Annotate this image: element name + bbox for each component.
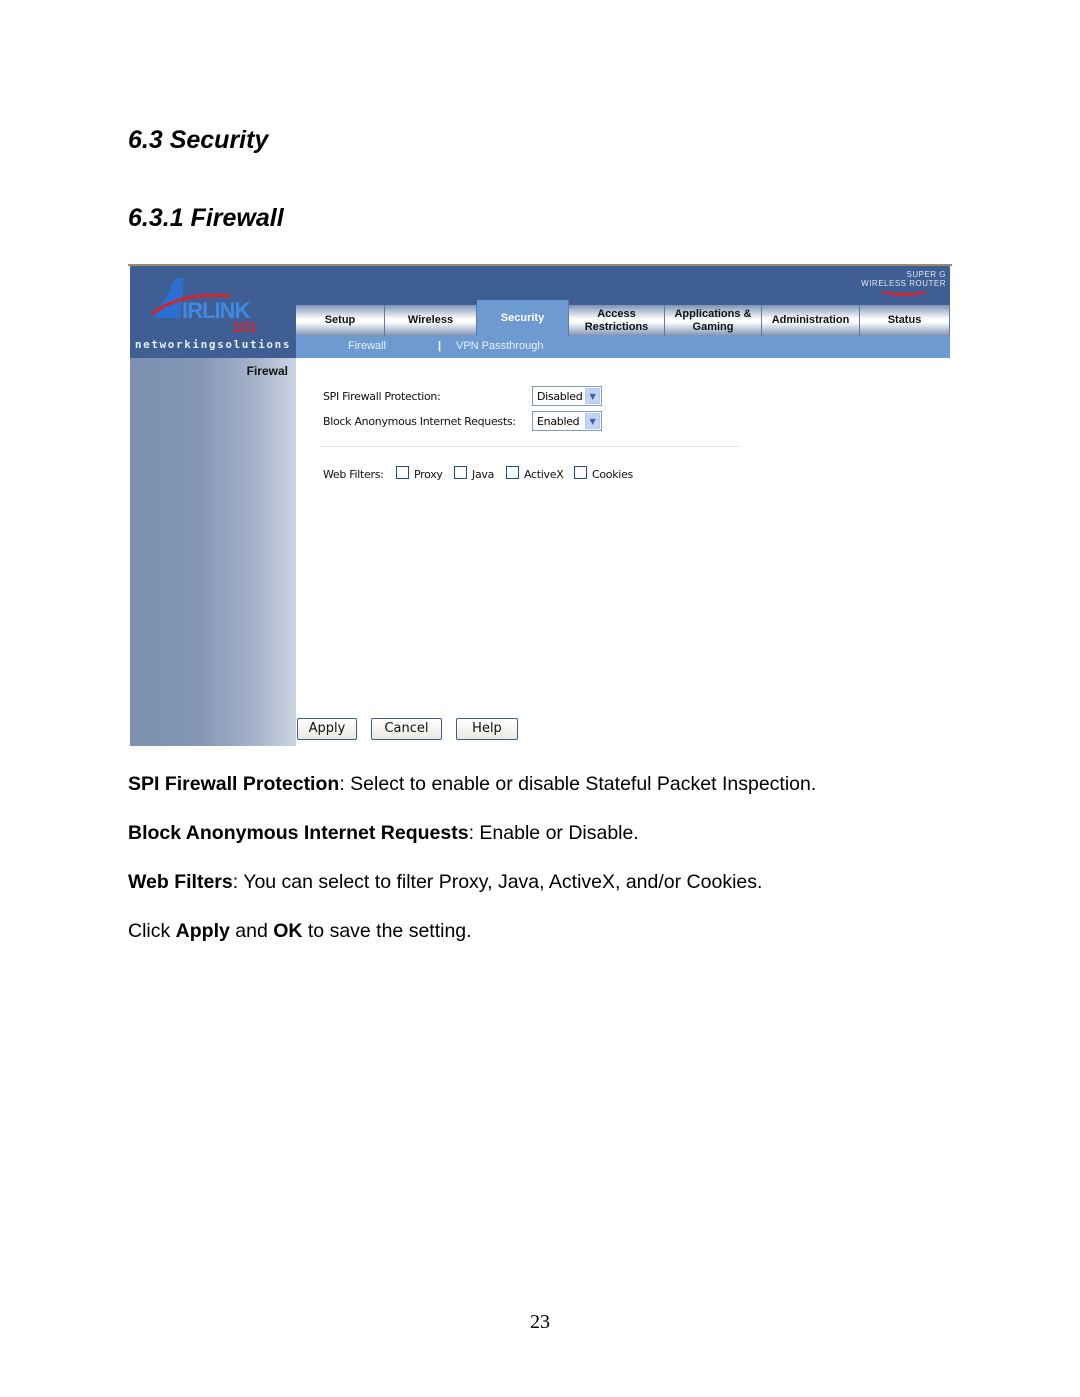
tab-applications-gaming[interactable]: Applications & Gaming	[665, 305, 762, 336]
firewall-form: SPI Firewall Protection: Disabled ▼ Bloc…	[296, 358, 950, 747]
swoosh-icon	[880, 284, 928, 296]
desc-block: Block Anonymous Internet Requests: Enabl…	[128, 822, 639, 845]
tab-administration[interactable]: Administration	[762, 305, 860, 336]
subsection-heading: 6.3.1 Firewall	[128, 204, 284, 232]
desc-block-text: : Enable or Disable.	[468, 822, 639, 844]
chevron-down-icon: ▼	[585, 413, 600, 429]
desc-spi-term: SPI Firewall Protection	[128, 773, 340, 795]
tagline: networkingsolutions	[134, 338, 292, 351]
page-number: 23	[530, 1311, 550, 1333]
tab-setup[interactable]: Setup	[296, 305, 385, 336]
desc-block-term: Block Anonymous Internet Requests	[128, 822, 469, 844]
sidebar: Firewal	[130, 358, 296, 746]
block-anonymous-select[interactable]: Enabled ▼	[532, 411, 602, 431]
desc-ok-term: OK	[273, 920, 303, 942]
desc-apply-mid: and	[229, 920, 274, 942]
svg-text:101: 101	[232, 319, 257, 336]
desc-spi: SPI Firewall Protection: Select to enabl…	[128, 773, 816, 796]
apply-button[interactable]: Apply	[297, 718, 357, 740]
desc-apply: Click Apply and OK to save the setting.	[128, 920, 472, 943]
subtab-separator: |	[438, 340, 442, 352]
chevron-down-icon: ▼	[585, 388, 600, 404]
block-anonymous-value: Enabled	[537, 415, 580, 428]
desc-webfilters-text: : You can select to filter Proxy, Java, …	[232, 871, 763, 893]
sidebar-title: Firewal	[246, 364, 288, 378]
web-filters-label: Web Filters:	[323, 468, 384, 481]
cookies-label: Cookies	[592, 468, 633, 481]
activex-checkbox[interactable]	[506, 466, 519, 479]
tab-security[interactable]: Security	[477, 300, 569, 336]
java-label: Java	[472, 468, 495, 481]
router-screenshot: IRLINK 101 networkingsolutions SUPER G W…	[128, 264, 952, 747]
desc-spi-text: : Select to enable or disable Stateful P…	[339, 773, 817, 795]
cookies-checkbox[interactable]	[574, 466, 587, 479]
airlink-logo-icon: IRLINK 101	[151, 278, 257, 336]
java-checkbox[interactable]	[454, 466, 467, 479]
desc-apply-post: to save the setting.	[302, 920, 472, 942]
help-button[interactable]: Help	[456, 718, 518, 740]
proxy-checkbox[interactable]	[396, 466, 409, 479]
subtab-firewall[interactable]: Firewall	[348, 340, 386, 352]
sub-navigation: Firewall | VPN Passthrough	[296, 336, 950, 358]
desc-webfilters: Web Filters: You can select to filter Pr…	[128, 871, 762, 894]
product-line-1: SUPER G	[906, 270, 946, 279]
desc-webfilters-term: Web Filters	[128, 871, 233, 893]
proxy-label: Proxy	[414, 468, 443, 481]
desc-apply-pre: Click	[128, 920, 176, 942]
section-heading: 6.3 Security	[128, 126, 269, 154]
spi-firewall-value: Disabled	[537, 390, 583, 403]
tab-wireless[interactable]: Wireless	[385, 305, 477, 336]
block-anonymous-label: Block Anonymous Internet Requests:	[323, 415, 516, 428]
activex-label: ActiveX	[524, 468, 564, 481]
header-band: SUPER G WIRELESS ROUTER	[296, 266, 950, 302]
product-brand: SUPER G WIRELESS ROUTER	[861, 270, 946, 296]
spi-firewall-select[interactable]: Disabled ▼	[532, 386, 602, 406]
tab-status[interactable]: Status	[860, 305, 950, 336]
subtab-vpn-passthrough[interactable]: VPN Passthrough	[456, 340, 543, 352]
divider	[320, 446, 740, 447]
spi-firewall-label: SPI Firewall Protection:	[323, 390, 441, 403]
cancel-button[interactable]: Cancel	[371, 718, 442, 740]
tab-access-restrictions[interactable]: Access Restrictions	[569, 305, 665, 336]
desc-apply-term: Apply	[175, 920, 230, 942]
